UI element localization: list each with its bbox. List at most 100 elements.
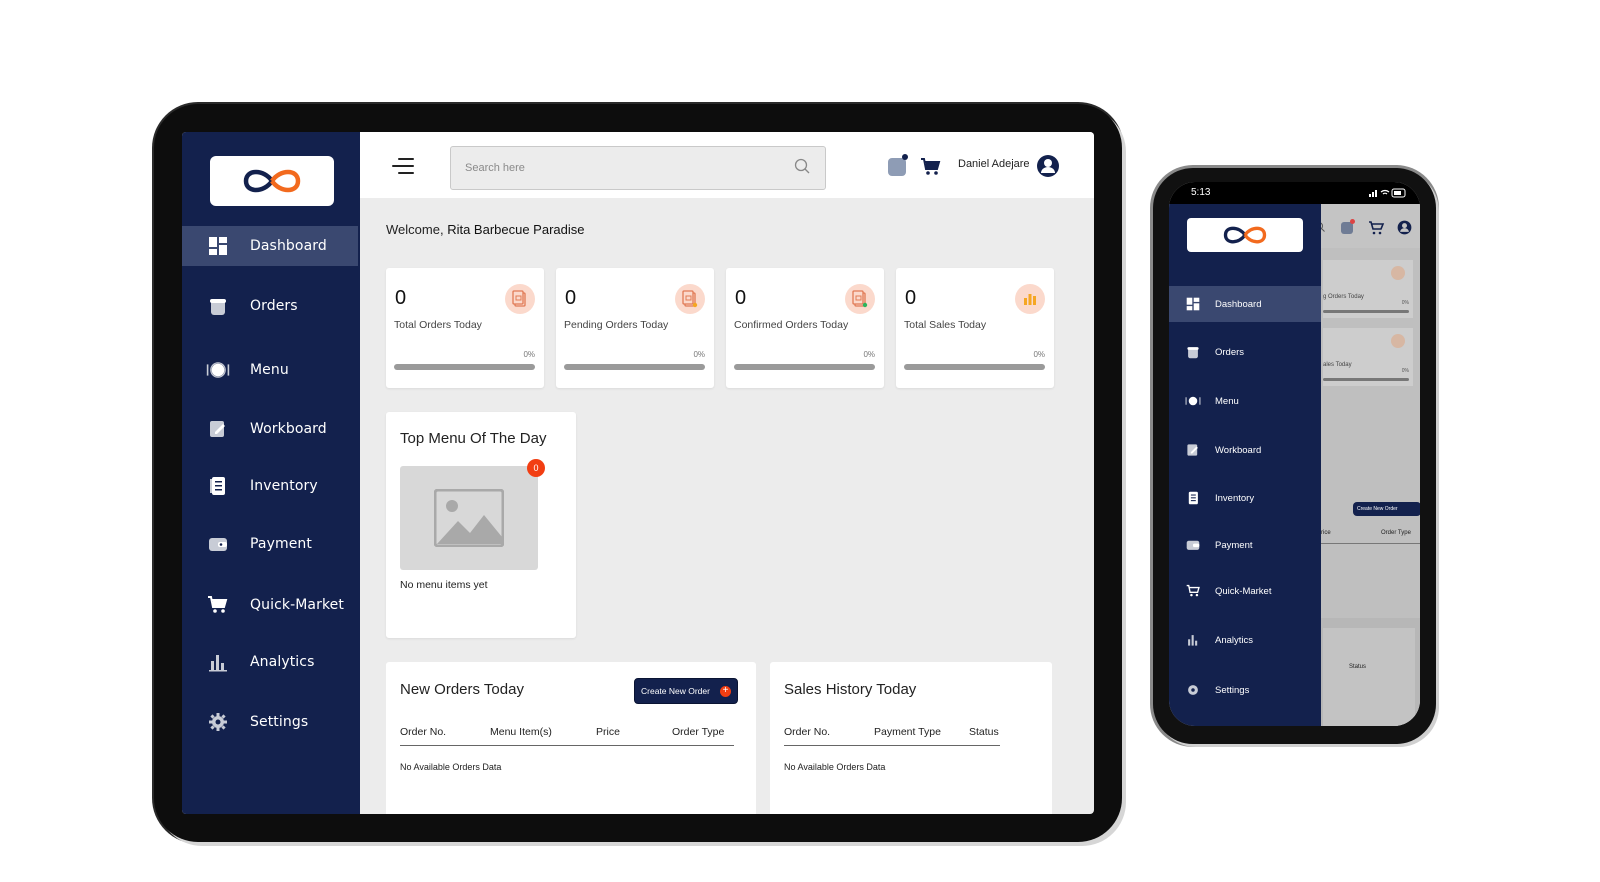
user-name[interactable]: Daniel Adejare <box>958 158 1030 170</box>
sidebar-item-label: Menu <box>250 362 289 378</box>
sidebar-item-settings[interactable]: Settings <box>1169 672 1321 708</box>
phone-dashboard-background: g Orders Today 0% ales Today 0% Create N… <box>1315 204 1420 726</box>
column-header: rice <box>1321 530 1331 536</box>
sidebar-item-analytics[interactable]: Analytics <box>1169 622 1321 658</box>
sidebar-item-label: Analytics <box>250 654 315 670</box>
top-menu-title: Top Menu Of The Day <box>400 430 547 447</box>
sidebar-item-workboard[interactable]: Workboard <box>1169 432 1321 468</box>
stat-progress-bar <box>1323 378 1409 381</box>
inventory-document-icon <box>206 474 230 498</box>
sidebar-item-inventory[interactable]: Inventory <box>1169 480 1321 516</box>
tablet-frame: Dashboard Orders Menu Workboard Inventor… <box>154 104 1122 842</box>
sidebar-item-label: Quick-Market <box>1215 585 1272 597</box>
stat-percent: 0% <box>523 350 535 359</box>
dashboard-icon <box>1185 296 1201 312</box>
search-input[interactable]: Search here <box>450 146 826 190</box>
stat-value: 0 <box>565 287 577 309</box>
sidebar-item-inventory[interactable]: Inventory <box>182 466 358 506</box>
create-new-order-button[interactable]: Create New Order <box>634 678 738 704</box>
sidebar-item-dashboard[interactable]: Dashboard <box>182 226 358 266</box>
create-new-order-button[interactable]: Create New Order <box>1353 502 1420 516</box>
search-icon[interactable] <box>794 158 810 174</box>
sidebar-item-label: Inventory <box>250 478 318 494</box>
sales-chart-icon <box>1391 334 1405 348</box>
stat-label: Total Orders Today <box>394 319 482 331</box>
stat-percent: 0% <box>693 350 705 359</box>
sidebar-item-settings[interactable]: Settings <box>182 702 358 742</box>
sidebar-item-dashboard[interactable]: Dashboard <box>1169 286 1321 322</box>
workboard-pencil-icon <box>1185 442 1201 458</box>
sidebar-item-orders[interactable]: Orders <box>1169 334 1321 370</box>
image-placeholder-icon[interactable] <box>400 466 538 570</box>
column-header[interactable]: Status <box>969 726 999 738</box>
status-time: 5:13 <box>1191 187 1211 198</box>
wallet-icon <box>206 532 230 556</box>
user-avatar-icon[interactable] <box>1397 220 1412 235</box>
workboard-pencil-icon <box>206 417 230 441</box>
stat-progress-bar <box>394 364 535 370</box>
top-menu-card: Top Menu Of The Day 0 No menu items yet <box>386 412 576 638</box>
stat-percent: 0% <box>1401 368 1409 374</box>
sidebar-item-label: Menu <box>1215 395 1239 407</box>
stat-label: Pending Orders Today <box>564 319 669 331</box>
cart-icon[interactable] <box>1369 221 1385 235</box>
orders-basket-icon <box>206 294 230 318</box>
empty-orders-text: No Available Orders Data <box>400 762 502 772</box>
stat-progress-bar <box>734 364 875 370</box>
sidebar-item-label: Workboard <box>1215 444 1262 456</box>
user-avatar-icon[interactable] <box>1036 154 1060 178</box>
notification-dot <box>902 154 908 160</box>
sidebar-item-quick-market[interactable]: Quick-Market <box>1169 573 1321 609</box>
stat-card-total-sales[interactable]: 0 Total Sales Today 0% <box>896 268 1054 388</box>
sidebar-item-label: Orders <box>250 298 298 314</box>
plate-cutlery-icon <box>206 358 230 382</box>
brand-logo[interactable] <box>1187 218 1303 252</box>
column-header: Order Type <box>1381 530 1411 536</box>
stat-label: Confirmed Orders Today <box>734 319 849 331</box>
column-header[interactable]: Payment Type <box>874 726 941 738</box>
column-header[interactable]: Menu Item(s) <box>490 726 552 738</box>
column-header[interactable]: Order No. <box>400 726 446 738</box>
menu-count-badge: 0 <box>527 459 545 477</box>
welcome-message: Welcome, Rita Barbecue Paradise <box>386 222 585 237</box>
empty-menu-text: No menu items yet <box>400 579 488 591</box>
sidebar-item-quick-market[interactable]: Quick-Market <box>182 585 358 625</box>
phone-stat-card[interactable]: ales Today 0% <box>1323 328 1413 386</box>
sidebar-item-menu[interactable]: Menu <box>182 350 358 390</box>
bar-chart-icon <box>1185 632 1201 648</box>
sidebar-item-payment[interactable]: Payment <box>1169 527 1321 563</box>
sidebar-item-label: Workboard <box>250 421 327 437</box>
new-orders-panel: New Orders Today Create New Order Order … <box>386 662 756 814</box>
status-icons <box>1369 188 1406 198</box>
stat-value: 0 <box>395 287 407 309</box>
sales-history-panel: Sales History Today Order No. Payment Ty… <box>770 662 1052 814</box>
column-header[interactable]: Price <box>596 726 620 738</box>
phone-stat-card[interactable]: g Orders Today 0% <box>1323 260 1413 318</box>
sidebar-item-workboard[interactable]: Workboard <box>182 409 358 449</box>
sidebar-item-orders[interactable]: Orders <box>182 286 358 326</box>
column-header[interactable]: Order No. <box>784 726 830 738</box>
notification-dot <box>1350 219 1355 224</box>
create-new-order-label: Create New Order <box>641 686 710 696</box>
column-header[interactable]: Order Type <box>672 726 724 738</box>
phone-topbar <box>1315 204 1420 248</box>
sidebar-item-label: Payment <box>1215 539 1253 551</box>
sidebar-item-menu[interactable]: Menu <box>1169 383 1321 419</box>
phone-table-header: rice Order Type <box>1321 530 1420 544</box>
stat-card-confirmed-orders[interactable]: 0 Confirmed Orders Today 0% <box>726 268 884 388</box>
wallet-icon <box>1185 537 1201 553</box>
sidebar-item-analytics[interactable]: Analytics <box>182 642 358 682</box>
stat-value: 0 <box>905 287 917 309</box>
pending-document-icon <box>675 284 705 314</box>
cart-icon[interactable] <box>920 156 942 178</box>
brand-logo[interactable] <box>210 156 334 206</box>
phone-sidebar: Dashboard Orders Menu Workboard Inventor… <box>1169 204 1321 726</box>
hamburger-menu-icon[interactable] <box>392 158 414 174</box>
stat-card-total-orders[interactable]: 0 Total Orders Today 0% <box>386 268 544 388</box>
sidebar-item-payment[interactable]: Payment <box>182 524 358 564</box>
sales-history-table-header: Order No. Payment Type Status <box>784 726 1000 746</box>
stat-percent: 0% <box>1401 300 1409 306</box>
infinity-logo-icon <box>243 169 301 193</box>
stat-card-pending-orders[interactable]: 0 Pending Orders Today 0% <box>556 268 714 388</box>
notification-icon[interactable] <box>888 158 906 176</box>
